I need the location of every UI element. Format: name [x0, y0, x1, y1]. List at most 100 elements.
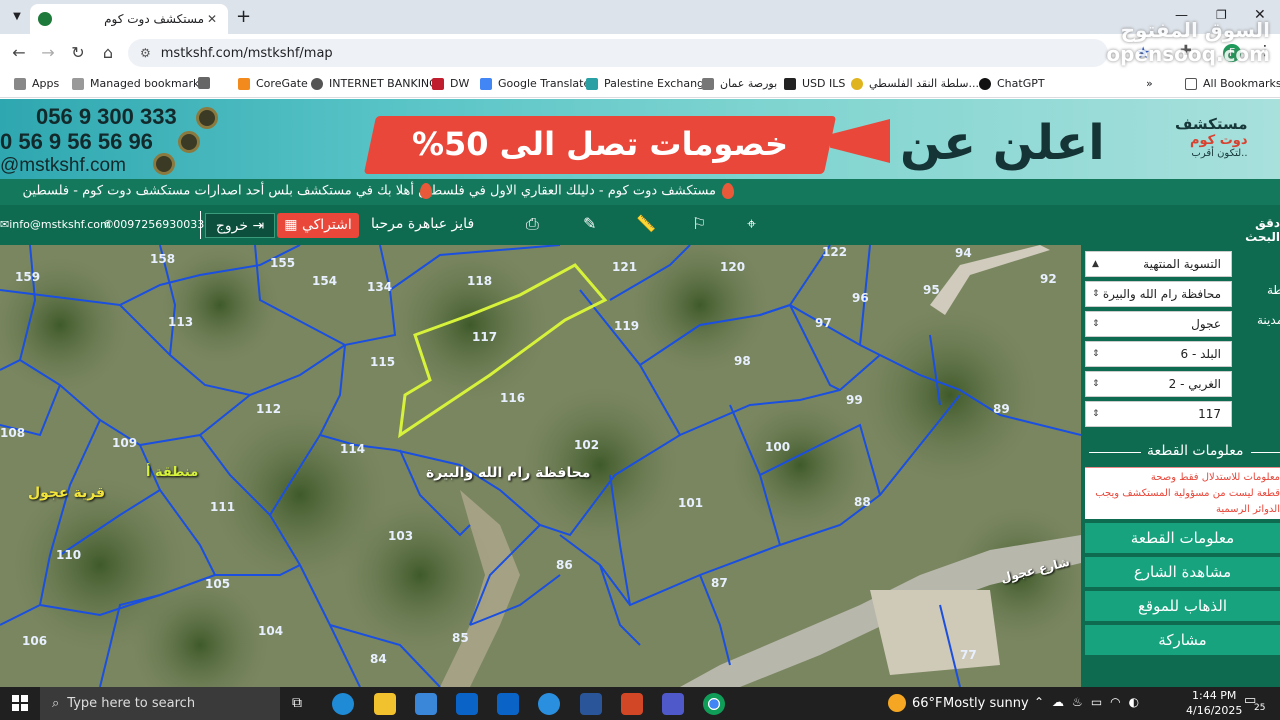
browser-tab[interactable]: مستكشف دوت كوم ✕ — [30, 4, 228, 34]
megaphone-icon — [830, 119, 890, 163]
file-explorer-icon[interactable] — [374, 693, 396, 715]
forward-icon[interactable]: → — [38, 43, 58, 63]
svg-text:155: 155 — [270, 256, 295, 270]
edge-icon[interactable] — [332, 693, 354, 715]
select-governorate[interactable]: محافظة رام الله والبيرة ⇕ — [1085, 281, 1232, 307]
managed-bookmarks-icon — [72, 77, 84, 90]
outlook-icon[interactable] — [456, 693, 478, 715]
word-icon[interactable] — [580, 693, 602, 715]
search-refine-label[interactable]: دقق البحث — [1226, 216, 1280, 244]
outlook-classic-icon[interactable] — [497, 693, 519, 715]
street-view-button[interactable]: مشاهدة الشارع — [1085, 557, 1280, 587]
bookmark-icon[interactable]: ⚐ — [692, 214, 706, 233]
subscription-button[interactable]: اشتراكي ▦ — [277, 213, 359, 238]
share-button[interactable]: مشاركة — [1085, 625, 1280, 655]
coin-icon — [196, 107, 218, 129]
reload-icon[interactable]: ↻ — [68, 43, 88, 63]
powerpoint-icon[interactable] — [621, 693, 643, 715]
site-nav: ✉info@mstkshf.com ✆00972569300333 فايز ع… — [0, 205, 1280, 245]
contact-email[interactable]: ✉info@mstkshf.com — [0, 218, 111, 231]
tab-search-button[interactable]: ▼ — [8, 8, 26, 26]
bookmark-chatgpt[interactable]: ChatGPT — [979, 77, 1045, 90]
bookmark-ase[interactable]: بورصة عمان — [702, 77, 777, 90]
ad-banner[interactable]: 056 9 300 333 0 56 9 56 56 96 @mstkshf.c… — [0, 99, 1280, 179]
promo-text: خصومات تصل الى 50% — [411, 125, 789, 163]
svg-text:119: 119 — [614, 319, 639, 333]
bookmark-pex[interactable]: Palestine Exchange — [586, 77, 711, 90]
clock-time[interactable]: 1:44 PM — [1192, 689, 1236, 702]
go-to-location-button[interactable]: الذهاب للموقع — [1085, 591, 1280, 621]
weather-temp[interactable]: 66°F — [912, 696, 943, 711]
weather-text[interactable]: Mostly sunny — [943, 696, 1029, 711]
url-text: mstkshf.com/mstkshf/map — [160, 45, 333, 61]
bookmark-coregate[interactable]: CoreGate — [238, 77, 308, 90]
svg-text:112: 112 — [256, 402, 281, 416]
select-parcel[interactable]: 117 ⇕ — [1085, 401, 1232, 427]
calendar-icon: ▦ — [284, 217, 298, 233]
select-town[interactable]: عجول ⇕ — [1085, 311, 1232, 337]
bookmark-usdils[interactable]: USD ILS — [784, 77, 845, 90]
bookmark-apps[interactable]: Apps — [14, 77, 59, 90]
svg-text:121: 121 — [612, 260, 637, 274]
bookmark-label: CoreGate — [256, 77, 308, 90]
bookmark-banking[interactable]: INTERNET BANKING — [311, 77, 438, 90]
task-view-icon[interactable]: ⧉ — [292, 695, 302, 711]
select-neighborhood[interactable]: الغربي - 2 ⇕ — [1085, 371, 1232, 397]
phone-text: 00972569300333 — [113, 218, 212, 231]
contact-phone[interactable]: ✆00972569300333 — [104, 218, 211, 231]
bookmark-pma[interactable]: سلطة النقد الفلسطي... — [851, 77, 979, 90]
teams-icon[interactable] — [662, 693, 684, 715]
taskbar-search[interactable]: ⌕ Type here to search — [40, 687, 280, 720]
tray-icons[interactable]: ⌃☁♨▭◠◐ — [1034, 695, 1147, 709]
chrome-icon[interactable] — [703, 693, 725, 715]
disclaimer-line: قطعة ليست من مسؤولية المستكشف ويجب — [1095, 488, 1280, 499]
bookmarks-bar: Apps Managed bookmarks CoreGate INTERNET… — [0, 72, 1280, 98]
ticker-item: مستكشف دوت كوم - دليلك العقاري الاول في … — [418, 183, 740, 199]
section-title: معلومات القطعة — [1147, 443, 1244, 459]
bookmark-translate[interactable]: Google Translate — [480, 77, 590, 90]
bookmark-label: Google Translate — [498, 77, 591, 90]
back-icon[interactable]: ← — [9, 43, 29, 63]
svg-text:113: 113 — [168, 315, 193, 329]
svg-text:88: 88 — [854, 495, 871, 509]
bookmark-dw[interactable]: DW — [432, 77, 469, 90]
windows-start-icon[interactable] — [12, 695, 28, 711]
disclaimer-line: معلومات للاستدلال فقط وصحة — [1150, 472, 1280, 483]
svg-text:97: 97 — [815, 316, 832, 330]
site-favicon-icon — [38, 12, 52, 26]
news-ticker: مستكشف دوت كوم - دليلك العقاري الاول في … — [0, 179, 1280, 205]
select-value: 117 — [1198, 407, 1221, 421]
clock-date[interactable]: 4/16/2025 — [1186, 704, 1242, 717]
select-basin[interactable]: البلد - 6 ⇕ — [1085, 341, 1232, 367]
close-tab-icon[interactable]: ✕ — [204, 12, 220, 26]
sort-arrows-icon: ⇕ — [1092, 319, 1100, 329]
bookmark-managed[interactable]: Managed bookmarks — [72, 77, 205, 90]
bookmark-label: USD ILS — [802, 77, 846, 90]
ruler-icon[interactable]: 📏 — [636, 214, 656, 233]
bookmark-label: Apps — [32, 77, 60, 90]
print-icon[interactable]: ⎙ — [526, 214, 539, 234]
home-icon[interactable]: ⌂ — [98, 43, 118, 63]
search-icon: ⌕ — [52, 696, 60, 711]
sort-arrows-icon: ⇕ — [1092, 379, 1100, 389]
logout-label: خروج — [215, 218, 248, 234]
edit-pencil-icon[interactable]: ✎ — [583, 214, 596, 233]
bookmark-grid[interactable] — [198, 77, 216, 89]
coin-icon — [178, 131, 200, 153]
select-settlement[interactable]: التسوية المنتهية ▲ — [1085, 251, 1232, 277]
store-icon[interactable] — [415, 693, 437, 715]
search-placeholder: Type here to search — [67, 696, 196, 711]
bookmarks-overflow[interactable]: » — [1146, 77, 1153, 90]
new-tab-button[interactable]: + — [236, 6, 251, 27]
governorate-map-label: محافظة رام الله والبيرة — [426, 465, 591, 481]
banner-headline: اعلن عن — [900, 115, 1105, 171]
logout-button[interactable]: خروج ⇥ — [205, 213, 275, 238]
parcel-info-button[interactable]: معلومات القطعة — [1085, 523, 1280, 553]
address-bar[interactable]: ⚙ mstkshf.com/mstkshf/map — [128, 39, 1108, 67]
svg-text:110: 110 — [56, 548, 81, 562]
site-info-icon[interactable]: ⚙ — [140, 46, 151, 60]
all-bookmarks[interactable]: All Bookmarks — [1185, 77, 1280, 90]
satellite-map[interactable]: 159 158 155 154 134 118 121 120 122 94 92 113 117… — [0, 245, 1081, 687]
location-icon[interactable]: ⌖ — [747, 214, 756, 234]
ie-icon[interactable] — [538, 693, 560, 715]
